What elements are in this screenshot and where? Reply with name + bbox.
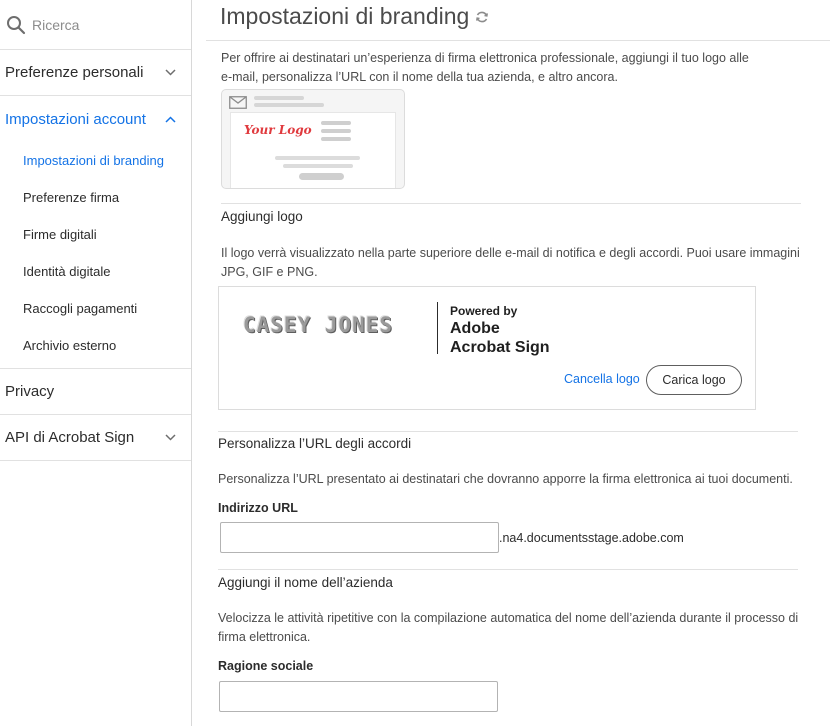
logo-description: Il logo verrà visualizzato nella parte s… — [221, 246, 800, 279]
sidebar-item-label: Privacy — [5, 383, 55, 400]
sidebar-subitem-firme-digitali[interactable]: Firme digitali — [0, 216, 191, 253]
brand-line-2: Acrobat Sign — [450, 339, 550, 356]
brand-line-1: Adobe — [450, 320, 500, 337]
adobe-acrobat-sign-brand: Adobe Acrobat Sign — [450, 319, 550, 357]
sidebar-subnav: Impostazioni di branding Preferenze firm… — [0, 142, 191, 369]
powered-by-text: Powered by — [450, 304, 518, 318]
search-box[interactable] — [0, 0, 196, 50]
sidebar-subitem-preferenze-firma[interactable]: Preferenze firma — [0, 179, 191, 216]
sidebar-item-impostazioni-account[interactable]: Impostazioni account — [0, 96, 191, 142]
current-logo: CASEY JONES — [243, 313, 394, 337]
logo-card: CASEY JONES Powered by Adobe Acrobat Sig… — [218, 286, 756, 410]
sidebar-subitem-identita-digitale[interactable]: Identità digitale — [0, 253, 191, 290]
sidebar-item-label: Preferenze personali — [5, 64, 144, 81]
logo-divider — [437, 302, 438, 354]
search-input[interactable] — [26, 16, 196, 33]
main-content: Impostazioni di branding Per offrire ai … — [206, 0, 830, 726]
sidebar: Preferenze personali Impostazioni accoun… — [0, 0, 196, 726]
chevron-up-icon — [163, 112, 177, 126]
sidebar-item-preferenze-personali[interactable]: Preferenze personali — [0, 50, 191, 96]
divider — [221, 203, 801, 204]
sidebar-subitem-branding[interactable]: Impostazioni di branding — [0, 142, 191, 179]
url-suffix: .na4.documentsstage.adobe.com — [499, 531, 684, 545]
company-description: Velocizza le attività ripetitive con la … — [218, 611, 799, 644]
intro-text: Per offrire ai destinatari un’esperienza… — [221, 51, 749, 84]
divider — [218, 431, 798, 432]
refresh-icon[interactable] — [475, 10, 489, 24]
url-input[interactable] — [220, 522, 499, 553]
sidebar-item-api[interactable]: API di Acrobat Sign — [0, 415, 191, 461]
page-title-text: Impostazioni di branding — [220, 3, 470, 29]
url-field-label: Indirizzo URL — [218, 501, 298, 515]
sidebar-item-label: Impostazioni account — [5, 110, 146, 128]
sidebar-item-privacy[interactable]: Privacy — [0, 369, 191, 415]
search-icon — [6, 15, 26, 35]
chevron-down-icon — [163, 66, 177, 80]
company-field-label: Ragione sociale — [218, 659, 314, 673]
section-title-url: Personalizza l’URL degli accordi — [218, 436, 412, 451]
section-title-company: Aggiungi il nome dell’azienda — [218, 575, 393, 590]
upload-logo-button[interactable]: Carica logo — [646, 365, 742, 395]
delete-logo-link[interactable]: Cancella logo — [564, 372, 640, 386]
preview-logo-text: Your Logo — [244, 123, 312, 137]
divider — [206, 40, 830, 41]
email-preview-image: Your Logo — [221, 89, 405, 189]
divider — [218, 569, 798, 570]
sidebar-item-label: API di Acrobat Sign — [5, 429, 135, 446]
sidebar-subitem-archivio-esterno[interactable]: Archivio esterno — [0, 327, 191, 364]
url-description: Personalizza l’URL presentato ai destina… — [218, 472, 793, 486]
chevron-down-icon — [163, 431, 177, 445]
company-name-input[interactable] — [219, 681, 498, 712]
section-title-logo: Aggiungi logo — [221, 209, 303, 224]
sidebar-subitem-raccogli-pagamenti[interactable]: Raccogli pagamenti — [0, 290, 191, 327]
page-title: Impostazioni di branding — [220, 3, 489, 30]
